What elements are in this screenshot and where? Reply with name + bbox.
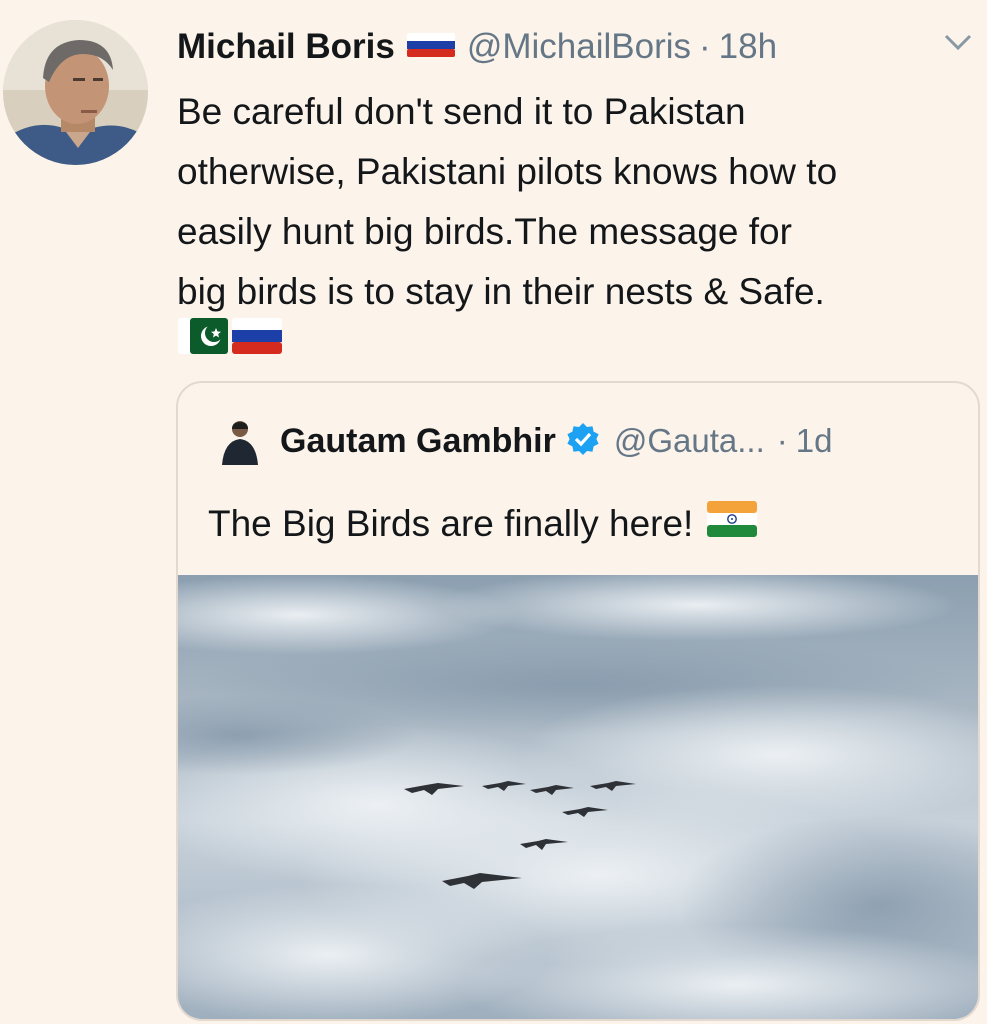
- tweet-timestamp[interactable]: 18h: [719, 27, 777, 67]
- tweet-text-line: big birds is to stay in their nests & Sa…: [177, 271, 825, 312]
- quoted-tweet-header: Gautam Gambhir @Gauta... · 1d: [218, 413, 832, 469]
- author-avatar[interactable]: [3, 20, 148, 165]
- russia-flag-icon: [406, 32, 455, 62]
- russia-flag-icon: [232, 318, 282, 359]
- quoted-tweet-text-content: The Big Birds are finally here!: [208, 502, 694, 544]
- quoted-tweet-timestamp[interactable]: 1d: [796, 422, 833, 460]
- tweet-text-line: otherwise, Pakistani pilots knows how to: [177, 151, 838, 192]
- pakistan-flag-icon: [178, 318, 228, 359]
- quoted-author-handle[interactable]: @Gauta...: [614, 422, 765, 460]
- quoted-tweet-card[interactable]: Gautam Gambhir @Gauta... · 1d The Big Bi…: [176, 381, 980, 1021]
- quoted-tweet-text: The Big Birds are finally here!: [208, 501, 758, 546]
- tweet-text: Be careful don't send it to Pakistan oth…: [177, 82, 982, 322]
- chevron-down-icon[interactable]: [940, 30, 976, 56]
- quoted-tweet-photo[interactable]: [178, 575, 978, 1019]
- quoted-author-name[interactable]: Gautam Gambhir: [280, 422, 556, 461]
- tweet-header: Michail Boris @MichailBoris · 18h: [177, 22, 777, 72]
- tweet-emojis: [178, 318, 282, 359]
- india-flag-icon: [707, 501, 758, 546]
- verified-badge-icon: [566, 422, 600, 461]
- separator-dot: ·: [699, 27, 711, 66]
- tweet-text-line: easily hunt big birds.The message for: [177, 211, 792, 252]
- tweet-text-line: Be careful don't send it to Pakistan: [177, 91, 746, 132]
- tweet[interactable]: Michail Boris @MichailBoris · 18h Be car…: [0, 0, 987, 1024]
- author-name[interactable]: Michail Boris: [177, 27, 395, 67]
- quoted-author-avatar[interactable]: [218, 417, 262, 465]
- separator-dot: ·: [776, 422, 788, 459]
- author-handle[interactable]: @MichailBoris: [467, 27, 691, 67]
